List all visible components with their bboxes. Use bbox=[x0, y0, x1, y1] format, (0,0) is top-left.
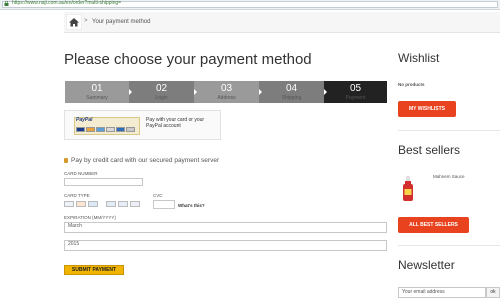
step-number: 05 bbox=[349, 83, 362, 94]
newsletter-title: Newsletter bbox=[398, 258, 455, 272]
discover-card-icon bbox=[106, 127, 115, 132]
sidebar-divider bbox=[398, 245, 500, 246]
sauce-bottle-image[interactable] bbox=[402, 176, 414, 202]
newsletter-email-input[interactable]: Your email address bbox=[398, 287, 486, 298]
step-number: 03 bbox=[220, 83, 233, 94]
discover-card-icon[interactable] bbox=[118, 201, 128, 207]
step-label: Payment bbox=[345, 95, 366, 101]
step-label: Address bbox=[217, 95, 236, 101]
amex-card-icon[interactable] bbox=[88, 201, 98, 207]
step-shipping[interactable]: 04 Shipping bbox=[259, 81, 324, 103]
sidebar-divider bbox=[398, 130, 500, 131]
bank-card-icon bbox=[116, 127, 125, 132]
https-lock-icon bbox=[4, 1, 9, 6]
bestseller-product-name[interactable]: Mahnem Sauce bbox=[433, 174, 465, 180]
my-wishlists-button[interactable]: MY WISHLISTS bbox=[398, 101, 456, 117]
page-title: Please choose your payment method bbox=[64, 51, 312, 68]
wishlist-title: Wishlist bbox=[398, 51, 440, 65]
step-summary[interactable]: 01 Summary bbox=[65, 81, 129, 103]
step-address[interactable]: 03 Address bbox=[194, 81, 259, 103]
breadcrumb-current: Your payment method bbox=[92, 19, 151, 25]
step-payment: 05 Payment bbox=[324, 81, 387, 103]
padlock-icon bbox=[64, 158, 68, 163]
submit-payment-button[interactable]: SUBMIT PAYMENT bbox=[64, 265, 124, 275]
breadcrumb-separator: > bbox=[84, 18, 88, 24]
card-number-input[interactable] bbox=[64, 178, 143, 186]
step-arrow-icon bbox=[259, 89, 262, 95]
step-number: 02 bbox=[155, 83, 168, 94]
card-type-label: CARD TYPE bbox=[64, 193, 90, 198]
paypal-option-text[interactable]: Pay with your card or your PayPal accoun… bbox=[146, 117, 218, 129]
mastercard-icon[interactable] bbox=[76, 201, 86, 207]
step-arrow-icon bbox=[129, 89, 132, 95]
url-text: https://www.naji.com.au/en/order?multi-s… bbox=[12, 0, 122, 6]
expiration-year-select[interactable]: 2015 bbox=[64, 240, 387, 251]
amex-card-icon bbox=[96, 127, 105, 132]
expiration-label: EXPIRATION (MM/YYYY) bbox=[64, 215, 116, 220]
mastercard-icon bbox=[86, 127, 95, 132]
newsletter-ok-button[interactable]: ok bbox=[486, 287, 500, 298]
expiration-year-value: 2015 bbox=[68, 241, 80, 247]
cvc-label: CVC bbox=[153, 193, 163, 198]
wishlist-empty-text: No products bbox=[398, 82, 425, 87]
bestsellers-title: Best sellers bbox=[398, 143, 461, 157]
step-label: Summary bbox=[86, 95, 108, 101]
diners-card-icon[interactable] bbox=[130, 201, 140, 207]
newsletter-email-placeholder: Your email address bbox=[402, 289, 445, 295]
step-login[interactable]: 02 Login bbox=[129, 81, 194, 103]
step-label: Login bbox=[155, 95, 168, 101]
all-best-sellers-button[interactable]: ALL BEST SELLERS bbox=[398, 217, 469, 233]
jcb-card-icon[interactable] bbox=[106, 201, 116, 207]
echeck-card-icon bbox=[126, 127, 135, 132]
paypal-logo-text: PayPal bbox=[76, 117, 93, 123]
step-label: Shipping bbox=[281, 95, 302, 101]
expiration-month-value: March bbox=[68, 223, 82, 229]
cvc-input[interactable] bbox=[153, 200, 175, 209]
card-number-label: CARD NUMBER bbox=[64, 171, 98, 176]
step-arrow-icon bbox=[324, 89, 327, 95]
whats-this-link[interactable]: What's this? bbox=[178, 203, 205, 209]
home-icon[interactable] bbox=[66, 14, 82, 30]
visa-card-icon[interactable] bbox=[64, 201, 74, 207]
step-number: 04 bbox=[285, 83, 298, 94]
secure-payment-heading: Pay by credit card with our secured paym… bbox=[71, 157, 220, 164]
step-number: 01 bbox=[91, 83, 103, 94]
visa-card-icon bbox=[76, 127, 85, 132]
expiration-month-select[interactable]: March bbox=[64, 222, 387, 233]
step-arrow-icon bbox=[194, 89, 197, 95]
